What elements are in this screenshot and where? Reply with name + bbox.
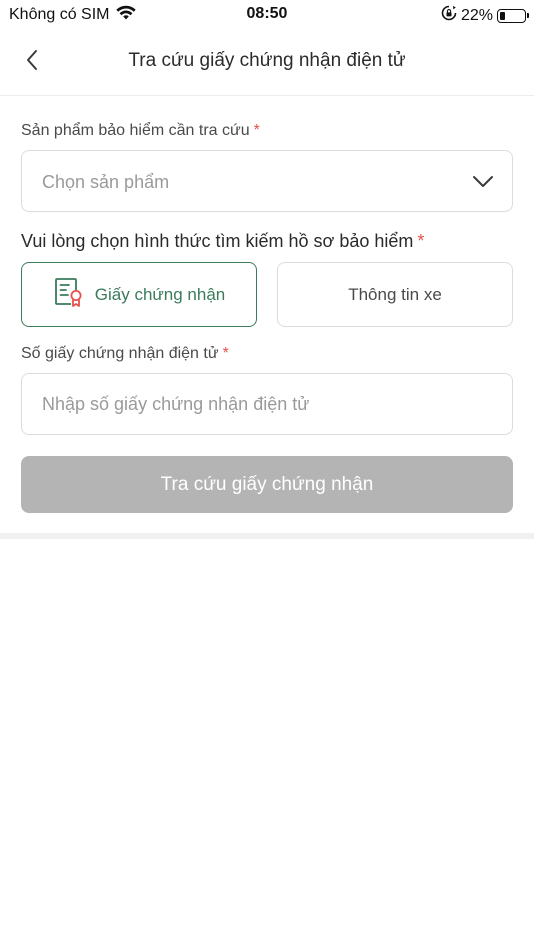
battery-percent: 22%: [460, 6, 493, 24]
battery-icon: [497, 8, 529, 23]
product-field-label: Sản phẩm bảo hiểm cần tra cứu *: [21, 122, 260, 140]
search-method-title-text: Vui lòng chọn hình thức tìm kiếm hồ sơ b…: [21, 231, 414, 251]
product-select[interactable]: Chọn sản phẩm: [21, 150, 513, 212]
battery-level-fill: [500, 11, 505, 20]
status-bar: Không có SIM 08:50 22%: [0, 0, 534, 28]
chevron-down-icon: [472, 170, 494, 197]
certificate-icon: [53, 276, 85, 313]
page-title: Tra cứu giấy chứng nhận điện tử: [128, 50, 406, 71]
nav-bar: Tra cứu giấy chứng nhận điện tử: [0, 28, 534, 96]
product-select-placeholder: Chọn sản phẩm: [42, 172, 170, 192]
lookup-certificate-button[interactable]: Tra cứu giấy chứng nhận: [21, 456, 513, 513]
required-mark: *: [417, 231, 425, 251]
option-certificate-label: Giấy chứng nhận: [94, 284, 226, 304]
section-divider: [0, 533, 534, 539]
orientation-lock-icon: [441, 5, 457, 26]
search-method-title: Vui lòng chọn hình thức tìm kiếm hồ sơ b…: [21, 231, 424, 252]
required-mark: *: [253, 122, 260, 139]
certificate-field-label: Số giấy chứng nhận điện tử *: [21, 345, 229, 363]
option-vehicle-info-label: Thông tin xe: [348, 284, 442, 304]
certificate-number-field[interactable]: [21, 373, 513, 435]
option-certificate[interactable]: Giấy chứng nhận: [21, 262, 257, 327]
certificate-label-text: Số giấy chứng nhận điện tử: [21, 345, 219, 362]
status-right: 22%: [441, 5, 529, 26]
product-label-text: Sản phẩm bảo hiểm cần tra cứu: [21, 122, 250, 139]
certificate-number-input[interactable]: [42, 374, 492, 434]
required-mark: *: [222, 345, 229, 362]
option-vehicle-info[interactable]: Thông tin xe: [277, 262, 513, 327]
